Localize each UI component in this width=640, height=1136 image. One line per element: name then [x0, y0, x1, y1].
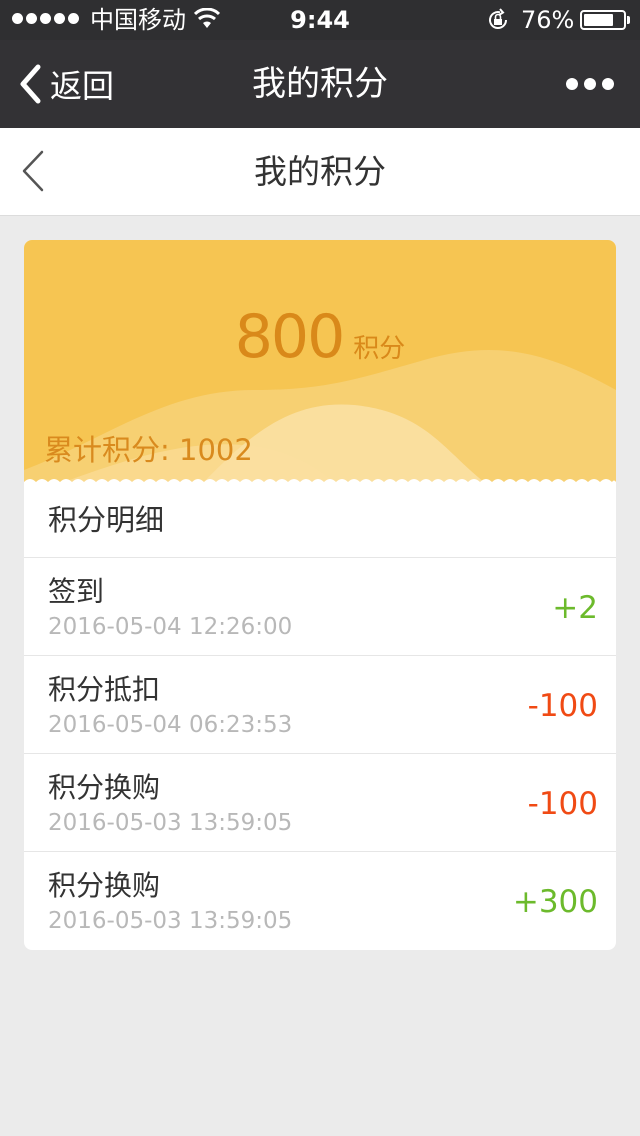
record-title: 积分换购 [48, 869, 161, 902]
rotation-lock-icon [486, 8, 510, 36]
nav-bar: 返回 我的积分 [0, 40, 640, 128]
record-amount: +2 [552, 590, 598, 626]
points-card: 800 积分 累计积分: 1002 积分明细 签到 2016-05-04 12:2… [24, 240, 616, 950]
page-header: 我的积分 [0, 128, 640, 216]
record-time: 2016-05-04 12:26:00 [48, 614, 293, 640]
list-item[interactable]: 积分换购 2016-05-03 13:59:05 -100 [24, 754, 616, 852]
total-points-label: 累计积分: [44, 433, 170, 467]
current-points: 800 积分 [24, 302, 616, 372]
page-title: 我的积分 [254, 152, 386, 191]
total-points-value: 1002 [179, 433, 253, 467]
points-detail-title: 积分明细 [48, 503, 165, 537]
record-amount: -100 [527, 688, 598, 724]
record-time: 2016-05-03 13:59:05 [48, 810, 293, 836]
status-bar: 中国移动 9:44 76% [0, 0, 640, 40]
record-title: 积分换购 [48, 771, 161, 804]
more-dots-icon[interactable] [566, 78, 614, 90]
points-unit: 积分 [353, 334, 406, 364]
list-item[interactable]: 签到 2016-05-04 12:26:00 +2 [24, 558, 616, 656]
record-amount: +300 [512, 884, 598, 920]
battery-percent: 76% [521, 6, 575, 34]
nav-title: 我的积分 [252, 64, 388, 104]
total-points: 累计积分: 1002 [44, 427, 253, 469]
list-item[interactable]: 积分换购 2016-05-03 13:59:05 +300 [24, 852, 616, 950]
record-amount: -100 [527, 786, 598, 822]
battery-level [584, 14, 613, 26]
battery-icon [580, 10, 626, 30]
record-time: 2016-05-03 13:59:05 [48, 908, 293, 934]
list-item[interactable]: 积分抵扣 2016-05-04 06:23:53 -100 [24, 656, 616, 754]
record-title: 积分抵扣 [48, 673, 161, 706]
record-title: 签到 [48, 575, 105, 608]
record-time: 2016-05-04 06:23:53 [48, 712, 293, 738]
points-detail-header: 积分明细 [24, 482, 616, 558]
points-number: 800 [234, 302, 346, 372]
points-banner: 800 积分 累计积分: 1002 [24, 240, 616, 482]
battery-tip [627, 16, 630, 24]
